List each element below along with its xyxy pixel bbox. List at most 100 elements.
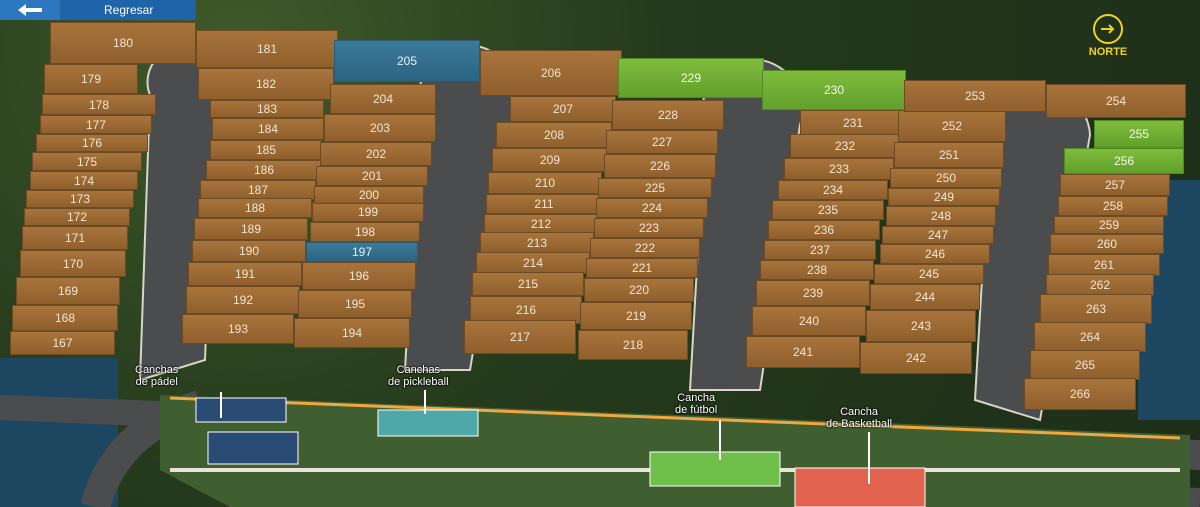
lot-214[interactable]: 214 <box>476 252 590 274</box>
lot-190[interactable]: 190 <box>192 240 306 262</box>
lot-182[interactable]: 182 <box>198 68 334 100</box>
lot-195[interactable]: 195 <box>298 290 412 318</box>
lot-175[interactable]: 175 <box>32 152 142 171</box>
lot-194[interactable]: 194 <box>294 318 410 348</box>
lot-261[interactable]: 261 <box>1048 254 1160 276</box>
lot-236[interactable]: 236 <box>768 220 880 240</box>
lot-245[interactable]: 245 <box>874 264 984 284</box>
lot-227[interactable]: 227 <box>606 130 718 154</box>
lot-235[interactable]: 235 <box>772 200 884 220</box>
lot-241[interactable]: 241 <box>746 336 860 368</box>
lot-169[interactable]: 169 <box>16 277 120 305</box>
lot-246[interactable]: 246 <box>880 244 990 264</box>
lot-203[interactable]: 203 <box>324 114 436 142</box>
lot-187[interactable]: 187 <box>200 180 316 200</box>
lot-183[interactable]: 183 <box>210 100 324 118</box>
lot-189[interactable]: 189 <box>194 218 308 240</box>
lot-208[interactable]: 208 <box>496 122 612 148</box>
lot-205[interactable]: 205 <box>334 40 480 82</box>
lot-211[interactable]: 211 <box>486 194 602 214</box>
lot-255[interactable]: 255 <box>1094 120 1184 148</box>
lot-232[interactable]: 232 <box>790 134 900 158</box>
lot-177[interactable]: 177 <box>40 115 152 134</box>
lot-201[interactable]: 201 <box>316 166 428 186</box>
lot-186[interactable]: 186 <box>206 160 322 180</box>
lot-173[interactable]: 173 <box>26 190 134 208</box>
lot-176[interactable]: 176 <box>36 134 148 152</box>
lot-197[interactable]: 197 <box>306 242 418 262</box>
lot-263[interactable]: 263 <box>1040 294 1152 324</box>
lot-218[interactable]: 218 <box>578 330 688 360</box>
lot-180[interactable]: 180 <box>50 22 196 64</box>
lot-247[interactable]: 247 <box>882 226 994 244</box>
lot-220[interactable]: 220 <box>584 278 694 302</box>
lot-239[interactable]: 239 <box>756 280 870 306</box>
lot-254[interactable]: 254 <box>1046 84 1186 118</box>
lot-174[interactable]: 174 <box>30 171 138 190</box>
lot-215[interactable]: 215 <box>472 272 584 296</box>
lot-193[interactable]: 193 <box>182 314 294 344</box>
lot-184[interactable]: 184 <box>212 118 324 140</box>
lot-199[interactable]: 199 <box>312 202 424 222</box>
lot-171[interactable]: 171 <box>22 226 128 250</box>
lot-249[interactable]: 249 <box>888 188 1000 206</box>
lot-181[interactable]: 181 <box>196 30 338 68</box>
lot-259[interactable]: 259 <box>1054 216 1164 234</box>
lot-252[interactable]: 252 <box>898 110 1006 142</box>
lot-230[interactable]: 230 <box>762 70 906 110</box>
lot-204[interactable]: 204 <box>330 84 436 114</box>
lot-257[interactable]: 257 <box>1060 174 1170 196</box>
lot-172[interactable]: 172 <box>24 208 130 226</box>
lot-170[interactable]: 170 <box>20 250 126 277</box>
lot-250[interactable]: 250 <box>890 168 1002 188</box>
lot-223[interactable]: 223 <box>594 218 704 238</box>
lot-251[interactable]: 251 <box>894 142 1004 168</box>
lot-185[interactable]: 185 <box>210 140 322 160</box>
lot-258[interactable]: 258 <box>1058 196 1168 216</box>
lot-188[interactable]: 188 <box>198 198 312 218</box>
lot-192[interactable]: 192 <box>186 286 300 314</box>
lot-212[interactable]: 212 <box>484 214 598 234</box>
lot-207[interactable]: 207 <box>510 96 616 122</box>
back-button[interactable]: Regresar <box>0 0 196 20</box>
lot-178[interactable]: 178 <box>42 94 156 115</box>
lot-219[interactable]: 219 <box>580 302 692 330</box>
lot-237[interactable]: 237 <box>764 240 876 260</box>
lot-213[interactable]: 213 <box>480 232 594 254</box>
lot-253[interactable]: 253 <box>904 80 1046 112</box>
lot-209[interactable]: 209 <box>492 148 608 172</box>
lot-191[interactable]: 191 <box>188 262 302 286</box>
lot-217[interactable]: 217 <box>464 320 576 354</box>
lot-167[interactable]: 167 <box>10 331 115 355</box>
lot-206[interactable]: 206 <box>480 50 622 96</box>
lot-260[interactable]: 260 <box>1050 234 1164 254</box>
lot-240[interactable]: 240 <box>752 306 866 336</box>
lot-222[interactable]: 222 <box>590 238 700 258</box>
lot-202[interactable]: 202 <box>320 142 432 166</box>
lot-179[interactable]: 179 <box>44 64 138 94</box>
lot-196[interactable]: 196 <box>302 262 416 290</box>
lot-234[interactable]: 234 <box>778 180 888 200</box>
lot-264[interactable]: 264 <box>1034 322 1146 352</box>
lot-244[interactable]: 244 <box>870 284 980 310</box>
lot-168[interactable]: 168 <box>12 305 118 331</box>
lot-262[interactable]: 262 <box>1046 274 1154 296</box>
lot-231[interactable]: 231 <box>800 110 906 136</box>
lot-233[interactable]: 233 <box>784 158 894 180</box>
lot-256[interactable]: 256 <box>1064 148 1184 174</box>
lot-228[interactable]: 228 <box>612 100 724 130</box>
lot-210[interactable]: 210 <box>488 172 602 194</box>
lot-243[interactable]: 243 <box>866 310 976 342</box>
lot-242[interactable]: 242 <box>860 342 972 374</box>
lot-229[interactable]: 229 <box>618 58 764 98</box>
lot-200[interactable]: 200 <box>314 186 424 204</box>
lot-221[interactable]: 221 <box>586 258 698 278</box>
lot-238[interactable]: 238 <box>760 260 874 280</box>
lot-248[interactable]: 248 <box>886 206 996 226</box>
lot-224[interactable]: 224 <box>596 198 708 218</box>
lot-266[interactable]: 266 <box>1024 378 1136 410</box>
lot-225[interactable]: 225 <box>598 178 712 198</box>
lot-198[interactable]: 198 <box>310 222 420 242</box>
lot-265[interactable]: 265 <box>1030 350 1140 380</box>
lot-226[interactable]: 226 <box>604 154 716 178</box>
